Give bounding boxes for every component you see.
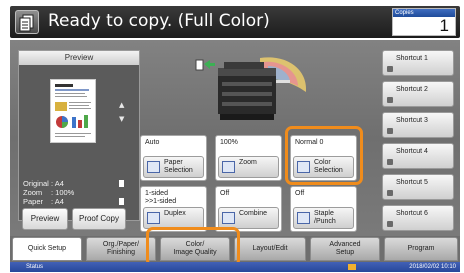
shortcut-2-button[interactable]: Shortcut 2 bbox=[382, 81, 454, 107]
tab-advanced-setup[interactable]: Advanced Setup bbox=[310, 237, 380, 261]
shortcut-label: Shortcut 4 bbox=[396, 148, 428, 155]
setting-label: Zoom bbox=[239, 159, 257, 166]
info-label: Original bbox=[23, 179, 49, 188]
machine-illustration bbox=[190, 52, 310, 126]
shortcut-icon bbox=[387, 221, 393, 227]
setting-label: Paper Selection bbox=[164, 159, 193, 174]
scroll-down-icon[interactable]: ▼ bbox=[119, 115, 124, 123]
info-label: Zoom bbox=[23, 188, 43, 197]
page-icon bbox=[119, 180, 124, 187]
card-combine: Off Combine bbox=[215, 186, 282, 232]
tab-label: Finishing bbox=[106, 249, 135, 256]
staple-punch-button[interactable]: Staple /Punch bbox=[293, 207, 354, 229]
color-selection-highlight bbox=[285, 126, 363, 185]
shortcut-icon bbox=[387, 128, 393, 134]
zoom-icon bbox=[222, 161, 235, 173]
info-value: : A4 bbox=[51, 197, 64, 206]
setting-value: 1-sided >>1-sided bbox=[145, 190, 177, 205]
tab-label: Quick Setup bbox=[27, 245, 67, 252]
original-info: Original : A4 Zoom : 100% Paper : A4 bbox=[23, 179, 135, 206]
shortcut-label: Shortcut 1 bbox=[396, 55, 428, 62]
scroll-up-icon[interactable]: ▲ bbox=[119, 101, 124, 109]
shortcut-icon bbox=[387, 66, 393, 72]
tab-program[interactable]: Program bbox=[384, 237, 458, 261]
card-zoom: 100% Zoom bbox=[215, 135, 282, 181]
setting-label: Combine bbox=[239, 210, 268, 217]
combine-icon bbox=[222, 212, 235, 224]
device-status-icon bbox=[348, 264, 356, 270]
shortcut-3-button[interactable]: Shortcut 3 bbox=[382, 112, 454, 138]
tab-label: Layout/Edit bbox=[252, 245, 288, 252]
shortcut-label: Shortcut 5 bbox=[396, 179, 428, 186]
paper-selection-button[interactable]: Paper Selection bbox=[143, 156, 204, 178]
card-staple-punch: Off Staple /Punch bbox=[290, 186, 357, 232]
document-thumbnail bbox=[50, 79, 96, 143]
info-row-zoom: Zoom : 100% bbox=[23, 188, 135, 197]
info-label: Paper bbox=[23, 197, 44, 206]
paper-selection-icon bbox=[147, 161, 160, 173]
card-duplex: 1-sided >>1-sided Duplex bbox=[140, 186, 207, 232]
shortcut-label: Shortcut 6 bbox=[396, 210, 428, 217]
shortcut-4-button[interactable]: Shortcut 4 bbox=[382, 143, 454, 169]
main-area: Preview ▲ ▼ Original: A4 Zoom: 100% Pa… bbox=[10, 40, 460, 236]
card-paper-selection: Auto Paper Selection bbox=[140, 135, 207, 181]
info-value: : 100% bbox=[51, 188, 75, 197]
info-row-paper: Paper : A4 bbox=[23, 197, 135, 206]
copies-counter[interactable]: Copies 1 bbox=[392, 8, 456, 36]
tab-label: Setup bbox=[335, 249, 355, 256]
proof-copy-button[interactable]: Proof Copy bbox=[72, 208, 126, 230]
copy-mode-icon[interactable] bbox=[15, 10, 39, 34]
shortcut-icon bbox=[387, 159, 393, 165]
tab-label: Org./Paper/ bbox=[102, 241, 140, 248]
tab-layout-edit[interactable]: Layout/Edit bbox=[234, 237, 306, 261]
info-value: : A4 bbox=[51, 179, 64, 188]
status-datetime: 2018/02/02 10:10 bbox=[409, 264, 456, 270]
setting-value: Auto bbox=[145, 139, 160, 146]
preview-title: Preview bbox=[19, 51, 139, 65]
preview-button[interactable]: Preview bbox=[22, 208, 68, 230]
setting-label: Staple /Punch bbox=[314, 210, 336, 225]
staple-punch-icon bbox=[297, 212, 310, 224]
header-bar: Ready to copy. (Full Color) Copies 1 bbox=[10, 6, 460, 38]
combine-button[interactable]: Combine bbox=[218, 207, 279, 229]
shortcut-icon bbox=[387, 97, 393, 103]
duplex-icon bbox=[147, 212, 160, 224]
page-icon bbox=[119, 198, 124, 205]
shortcut-1-button[interactable]: Shortcut 1 bbox=[382, 50, 454, 76]
copy-panel: Ready to copy. (Full Color) Copies 1 Pre… bbox=[0, 0, 464, 273]
duplex-button[interactable]: Duplex bbox=[143, 207, 204, 229]
status-bar: Status 2018/02/02 10:10 bbox=[10, 262, 460, 272]
copies-value: 1 bbox=[439, 16, 449, 35]
preview-pane: Preview ▲ ▼ Original: A4 Zoom: 100% Pa… bbox=[18, 50, 140, 221]
shortcut-label: Shortcut 3 bbox=[396, 117, 428, 124]
tab-quick-setup[interactable]: Quick Setup bbox=[12, 237, 82, 261]
shortcut-5-button[interactable]: Shortcut 5 bbox=[382, 174, 454, 200]
zoom-button[interactable]: Zoom bbox=[218, 156, 279, 178]
color-tab-highlight bbox=[146, 227, 240, 267]
shortcut-icon bbox=[387, 190, 393, 196]
info-row-original: Original : A4 bbox=[23, 179, 135, 188]
setting-label: Duplex bbox=[164, 210, 186, 217]
setting-value: 100% bbox=[220, 139, 238, 146]
tab-label: Advanced bbox=[329, 241, 361, 248]
status-button[interactable]: Status bbox=[26, 263, 43, 271]
setting-value: Off bbox=[295, 190, 305, 197]
shortcut-label: Shortcut 2 bbox=[396, 86, 428, 93]
tab-label: Program bbox=[407, 245, 435, 252]
shortcut-6-button[interactable]: Shortcut 6 bbox=[382, 205, 454, 231]
page-title: Ready to copy. (Full Color) bbox=[48, 11, 270, 31]
setting-value: Off bbox=[220, 190, 230, 197]
